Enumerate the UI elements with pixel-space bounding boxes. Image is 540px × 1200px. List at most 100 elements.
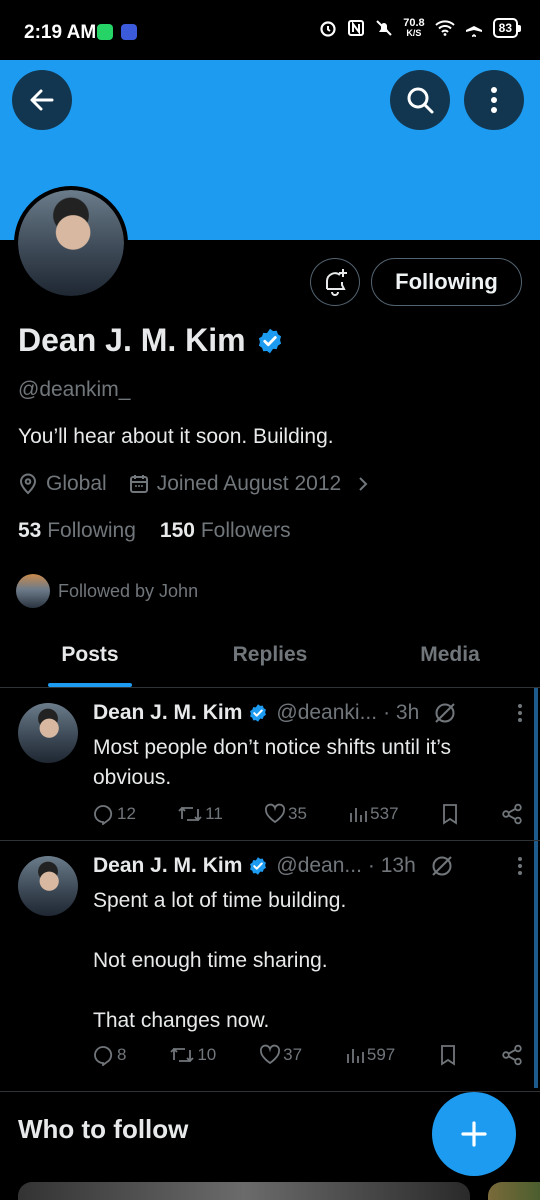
repost-icon xyxy=(178,806,202,822)
suggestion-card[interactable] xyxy=(488,1182,540,1200)
post-text: Most people don’t notice shifts until it… xyxy=(93,736,451,789)
post-time: · 13h xyxy=(367,854,416,877)
post-more-icon[interactable] xyxy=(517,856,523,876)
post-header: Dean J. M. Kim @dean... · 13h xyxy=(93,854,523,878)
post-avatar[interactable] xyxy=(18,703,78,763)
nfc-icon xyxy=(348,20,365,36)
bookmark-button[interactable] xyxy=(438,1044,458,1066)
mute-icon xyxy=(376,20,392,36)
joined-item[interactable]: Joined August 2012 xyxy=(129,472,370,496)
post-time: · 3h xyxy=(383,701,420,724)
views-icon xyxy=(346,1049,364,1063)
reply-count: 8 xyxy=(117,1045,127,1064)
profile-handle: @deankim_ xyxy=(18,378,131,401)
grok-icon[interactable] xyxy=(430,854,454,878)
wifi-icon xyxy=(434,20,455,36)
more-vertical-icon xyxy=(491,87,497,113)
post-text: Spent a lot of time building. Not enough… xyxy=(93,889,347,1032)
display-name: Dean J. M. Kim xyxy=(18,322,246,358)
follow-counts: 53 Following 150 Followers xyxy=(18,519,291,543)
battery-indicator: 83 xyxy=(492,18,522,38)
profile-name-row: Dean J. M. Kim xyxy=(18,322,284,359)
bookmark-icon xyxy=(441,1045,456,1066)
bell-plus-icon xyxy=(326,269,347,296)
views-count: 597 xyxy=(366,1045,396,1064)
back-arrow-icon xyxy=(30,89,54,111)
post-author-handle: @dean... xyxy=(276,854,362,877)
repost-count: 11 xyxy=(205,804,223,823)
post-item[interactable]: Dean J. M. Kim @dean... · 13h Spent a lo… xyxy=(0,842,540,1092)
like-button[interactable]: 35 xyxy=(264,803,307,825)
following-count-link[interactable]: 53 Following xyxy=(18,519,136,543)
status-bar: 2:19 AM 70.8 K/S 83 xyxy=(0,0,540,60)
post-actions: 12 11 35 537 xyxy=(93,803,523,825)
status-indicators: 70.8 K/S 83 xyxy=(319,18,522,38)
search-button[interactable] xyxy=(390,70,450,130)
repost-count: 10 xyxy=(197,1045,217,1064)
repost-button[interactable]: 11 xyxy=(177,803,223,825)
grok-icon[interactable] xyxy=(433,701,457,725)
like-button[interactable]: 37 xyxy=(259,1044,302,1066)
who-to-follow-heading: Who to follow xyxy=(18,1114,189,1144)
profile-meta: Global Joined August 2012 xyxy=(18,472,391,496)
suggestion-card[interactable] xyxy=(18,1182,470,1200)
reply-icon xyxy=(94,805,113,825)
search-icon xyxy=(407,87,434,114)
location-icon xyxy=(19,473,37,495)
status-time: 2:19 AM xyxy=(24,22,97,43)
followed-by-text: Followed by John xyxy=(58,580,199,601)
more-options-button[interactable] xyxy=(464,70,524,130)
like-count: 37 xyxy=(283,1045,303,1064)
chevron-right-icon xyxy=(359,477,368,491)
repost-button[interactable]: 10 xyxy=(169,1044,216,1066)
reply-count: 12 xyxy=(117,804,136,823)
calendar-icon xyxy=(129,475,148,493)
location-item: Global xyxy=(18,472,107,496)
bookmark-icon xyxy=(442,804,457,825)
post-author-name: Dean J. M. Kim xyxy=(93,701,243,724)
like-count: 35 xyxy=(288,804,307,823)
profile-tabs: Posts Replies Media xyxy=(0,630,540,688)
tab-media[interactable]: Media xyxy=(360,630,540,687)
share-icon xyxy=(502,803,522,825)
followed-by-row[interactable]: Followed by John xyxy=(16,574,198,608)
reply-button[interactable]: 12 xyxy=(93,803,136,825)
notifications-button[interactable] xyxy=(310,258,360,306)
alarm-icon xyxy=(320,21,336,37)
reply-icon xyxy=(94,1046,113,1066)
plus-icon xyxy=(461,1121,487,1147)
following-button[interactable]: Following xyxy=(371,258,522,306)
back-button[interactable] xyxy=(12,70,72,130)
followers-count-link[interactable]: 150 Followers xyxy=(160,519,291,543)
compose-button[interactable] xyxy=(432,1092,516,1176)
post-more-icon[interactable] xyxy=(517,703,523,723)
verified-badge-icon[interactable] xyxy=(256,327,284,355)
like-icon xyxy=(260,1044,281,1065)
post-author-name: Dean J. M. Kim xyxy=(93,854,243,877)
app-notification-icon xyxy=(121,24,137,40)
post-item[interactable]: Dean J. M. Kim @deanki... · 3h Most peop… xyxy=(0,689,540,841)
location-text: Global xyxy=(46,472,107,495)
views-icon xyxy=(350,808,368,822)
bookmark-button[interactable] xyxy=(440,803,460,825)
verified-badge-icon xyxy=(250,704,267,722)
tab-replies[interactable]: Replies xyxy=(180,630,360,687)
profile-bio: You’ll hear about it soon. Building. xyxy=(18,425,334,448)
post-actions: 8 10 37 597 xyxy=(93,1044,523,1066)
airplane-icon xyxy=(465,20,482,37)
post-header: Dean J. M. Kim @deanki... · 3h xyxy=(93,701,523,725)
post-avatar[interactable] xyxy=(18,856,78,916)
views-button[interactable]: 537 xyxy=(348,804,399,824)
share-button[interactable] xyxy=(501,1044,523,1066)
tab-posts[interactable]: Posts xyxy=(0,630,180,687)
profile-avatar[interactable] xyxy=(14,186,128,300)
verified-badge-icon xyxy=(250,857,267,875)
follower-avatar xyxy=(16,574,50,608)
views-button[interactable]: 597 xyxy=(345,1045,395,1065)
reply-button[interactable]: 8 xyxy=(93,1044,126,1066)
joined-text: Joined August 2012 xyxy=(156,472,342,495)
whatsapp-icon xyxy=(97,24,113,40)
share-button[interactable] xyxy=(501,803,523,825)
share-icon xyxy=(502,1044,522,1066)
views-count: 537 xyxy=(370,804,399,823)
